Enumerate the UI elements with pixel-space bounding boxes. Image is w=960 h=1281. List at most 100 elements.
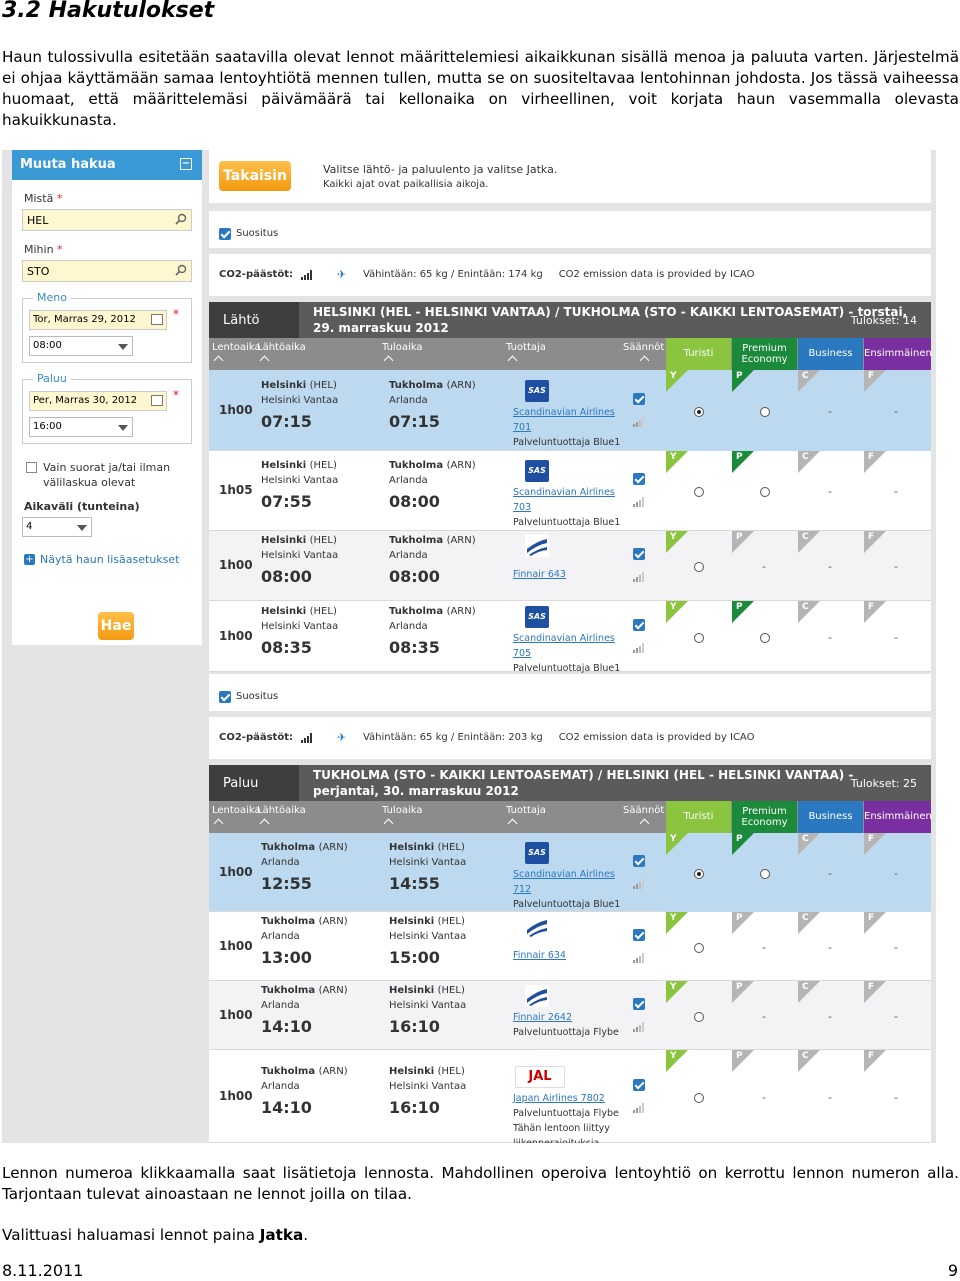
fare-cell[interactable]: C- xyxy=(798,531,864,601)
sort-up-icon[interactable] xyxy=(259,818,270,829)
from-input[interactable]: HEL xyxy=(22,209,192,231)
flight-number-link[interactable]: Scandinavian Airlines xyxy=(513,485,615,500)
fare-cell[interactable]: Y xyxy=(666,1050,732,1143)
interval-select[interactable]: 4 xyxy=(22,517,92,537)
fare-cell[interactable]: F- xyxy=(864,601,930,672)
flight-number-link[interactable]: Finnair 643 xyxy=(513,567,566,582)
col-lahtoaika[interactable]: Lähtöaika xyxy=(257,805,306,816)
fare-radio[interactable] xyxy=(694,562,704,572)
return-date-input[interactable]: Per, Marras 30, 2012 xyxy=(29,391,167,411)
rules-checkbox[interactable] xyxy=(633,473,645,485)
fare-radio[interactable] xyxy=(694,1011,704,1022)
rules-checkbox[interactable] xyxy=(633,1078,645,1091)
fare-cell[interactable]: Y xyxy=(666,601,732,672)
col-tuloaika[interactable]: Tuloaika xyxy=(382,342,422,353)
fare-cell[interactable]: C- xyxy=(798,1050,864,1143)
fare-radio[interactable] xyxy=(694,632,704,643)
sort-up-icon[interactable] xyxy=(639,355,650,366)
col-tuloaika[interactable]: Tuloaika xyxy=(382,805,422,816)
sort-up-icon[interactable] xyxy=(507,355,518,366)
col-lentoaika[interactable]: Lentoaika xyxy=(212,805,261,816)
fare-cell[interactable]: P xyxy=(732,601,798,672)
sort-up-icon[interactable] xyxy=(383,818,394,829)
col-tuottaja[interactable]: Tuottaja xyxy=(506,805,546,816)
fare-cell[interactable]: P xyxy=(732,370,798,451)
fare-radio[interactable] xyxy=(694,406,704,417)
to-input[interactable]: STO xyxy=(22,260,192,282)
fare-cell[interactable]: Y xyxy=(666,451,732,531)
fare-cell[interactable]: F- xyxy=(864,833,930,912)
col-tuottaja[interactable]: Tuottaja xyxy=(506,342,546,353)
flight-row[interactable]: 1h00 Helsinki (HEL) Helsinki Vantaa 08:00 Tu… xyxy=(209,531,931,601)
fare-radio[interactable] xyxy=(694,868,704,879)
fare-radio[interactable] xyxy=(694,942,704,953)
flight-number-link[interactable]: 703 xyxy=(513,500,531,515)
search-button[interactable]: Hae xyxy=(98,612,134,640)
sort-up-icon[interactable] xyxy=(507,818,518,829)
sort-up-icon[interactable] xyxy=(213,355,224,366)
outbound-time-select[interactable]: 08:00 xyxy=(29,336,133,356)
fare-radio[interactable] xyxy=(694,1092,704,1103)
rules-checkbox[interactable] xyxy=(633,928,645,941)
fare-cell[interactable]: F- xyxy=(864,912,930,981)
fare-radio[interactable] xyxy=(760,406,770,417)
collapse-icon[interactable]: − xyxy=(180,158,192,170)
calendar-icon[interactable] xyxy=(151,395,163,406)
flight-number-link[interactable]: Finnair 634 xyxy=(513,948,566,963)
flight-number-link[interactable]: 701 xyxy=(513,420,531,435)
fare-cell[interactable]: F- xyxy=(864,370,930,451)
sort-up-icon[interactable] xyxy=(213,818,224,829)
flight-row[interactable]: 1h00 Tukholma (ARN) Arlanda 14:10 Helsinki (… xyxy=(209,981,931,1050)
fare-radio[interactable] xyxy=(694,487,704,497)
fare-cell[interactable]: P- xyxy=(732,531,798,601)
fare-cell[interactable]: Y xyxy=(666,912,732,981)
flight-row[interactable]: 1h00 Helsinki (HEL) Helsinki Vantaa 08:35 Tu… xyxy=(209,601,931,674)
flight-number-link[interactable]: Scandinavian Airlines xyxy=(513,631,615,646)
fare-radio[interactable] xyxy=(760,632,770,643)
fare-cell[interactable]: C- xyxy=(798,451,864,531)
flight-number-link[interactable]: Scandinavian Airlines xyxy=(513,405,615,420)
flight-row[interactable]: 1h00 Tukholma (ARN) Arlanda 12:55 Helsinki (… xyxy=(209,833,931,912)
flight-row[interactable]: 1h00 Helsinki (HEL) Helsinki Vantaa 07:15 Tu… xyxy=(209,370,931,451)
rules-checkbox[interactable] xyxy=(633,997,645,1010)
flight-number-link[interactable]: Scandinavian Airlines xyxy=(513,867,615,882)
direct-flights-option[interactable]: Vain suorat ja/tai ilman välilaskua olev… xyxy=(26,460,202,490)
recommend-checkbox[interactable] xyxy=(219,690,231,703)
fare-cell[interactable]: P- xyxy=(732,1050,798,1143)
flight-row[interactable]: 1h00 Tukholma (ARN) Arlanda 13:00 Helsinki (… xyxy=(209,912,931,981)
fare-cell[interactable]: C- xyxy=(798,912,864,981)
fare-cell[interactable]: Y xyxy=(666,833,732,912)
direct-flights-checkbox[interactable] xyxy=(26,462,37,473)
sort-up-icon[interactable] xyxy=(383,355,394,366)
sort-up-icon[interactable] xyxy=(259,355,270,366)
rules-checkbox[interactable] xyxy=(633,548,645,560)
fare-cell[interactable]: P xyxy=(732,451,798,531)
fare-cell[interactable]: F- xyxy=(864,1050,930,1143)
more-settings-link[interactable]: + Näytä haun lisäasetukset xyxy=(24,553,202,566)
fare-cell[interactable]: C- xyxy=(798,370,864,451)
fare-cell[interactable]: P xyxy=(732,833,798,912)
return-time-select[interactable]: 16:00 xyxy=(29,417,133,437)
flight-row[interactable]: 1h00 Tukholma (ARN) Arlanda 14:10 Helsinki (… xyxy=(209,1050,931,1143)
search-icon[interactable] xyxy=(175,264,187,276)
flight-number-link[interactable]: Japan Airlines 7802 xyxy=(513,1091,605,1106)
recommend-checkbox[interactable] xyxy=(219,227,231,240)
fare-cell[interactable]: P- xyxy=(732,981,798,1050)
fare-cell[interactable]: C- xyxy=(798,601,864,672)
fare-cell[interactable]: Y xyxy=(666,981,732,1050)
fare-cell[interactable]: F- xyxy=(864,531,930,601)
flight-number-link[interactable]: 712 xyxy=(513,882,531,897)
search-icon[interactable] xyxy=(175,213,187,225)
fare-cell[interactable]: F- xyxy=(864,451,930,531)
fare-cell[interactable]: Y xyxy=(666,531,732,601)
rules-checkbox[interactable] xyxy=(633,854,645,867)
fare-cell[interactable]: C- xyxy=(798,981,864,1050)
outbound-date-input[interactable]: Tor, Marras 29, 2012 xyxy=(29,310,167,330)
calendar-icon[interactable] xyxy=(151,314,163,325)
rules-checkbox[interactable] xyxy=(633,618,645,631)
flight-number-link[interactable]: 705 xyxy=(513,646,531,661)
flight-row[interactable]: 1h05 Helsinki (HEL) Helsinki Vantaa 07:55 Tu… xyxy=(209,451,931,531)
fare-cell[interactable]: C- xyxy=(798,833,864,912)
back-button[interactable]: Takaisin xyxy=(219,161,291,191)
fare-cell[interactable]: F- xyxy=(864,981,930,1050)
